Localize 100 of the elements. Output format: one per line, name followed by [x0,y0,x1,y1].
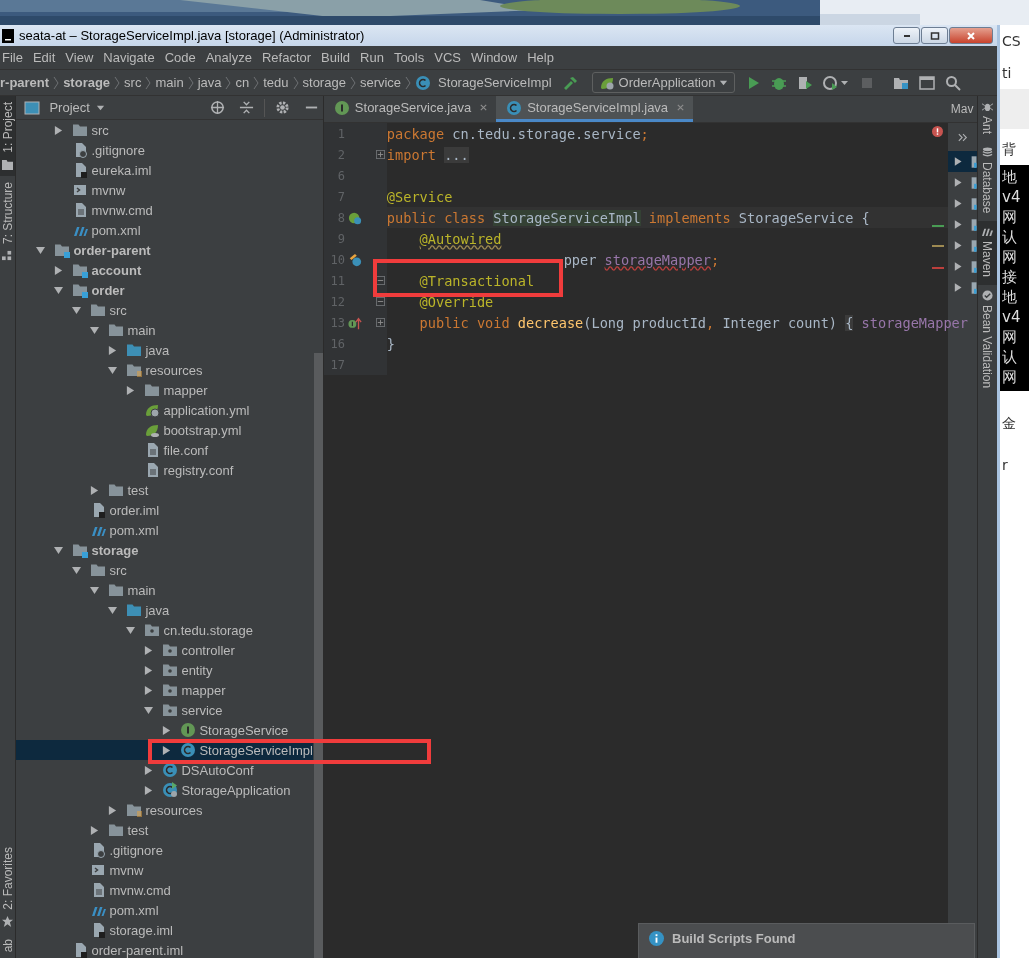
close-button[interactable] [949,27,993,44]
fold-marker-icon[interactable] [375,276,385,285]
breadcrumb-item[interactable]: r-parent [0,75,50,90]
tool-window-tab[interactable]: 1: Project [0,96,16,176]
tree-item[interactable]: resources [16,360,313,380]
expand-arrow-icon[interactable] [953,199,963,208]
menu-item[interactable]: View [65,50,94,65]
menu-item[interactable]: Run [360,50,384,65]
tool-window-tab[interactable]: Database [977,142,997,222]
locate-icon[interactable] [209,100,225,115]
tree-item[interactable]: test [16,820,313,840]
marker-stripe[interactable] [931,267,944,269]
editor-tab[interactable]: StorageServiceImpl.java [496,96,694,122]
collapse-arrow-icon[interactable] [36,245,46,255]
terminal-window-icon[interactable] [919,74,936,91]
tree-item[interactable]: mvnw [16,860,313,880]
expand-arrow-icon[interactable] [54,265,64,275]
tree-item[interactable]: pom.xml [16,520,313,540]
tree-item[interactable]: StorageService [16,720,313,740]
tree-item[interactable]: .gitignore [16,140,313,160]
tree-item[interactable]: pom.xml [16,220,313,240]
tree-item[interactable]: eureka.iml [16,160,313,180]
menu-item[interactable]: Analyze [205,50,252,65]
tool-window-tab[interactable]: ab [0,932,16,958]
breadcrumb-item[interactable]: cn [235,75,250,90]
tree-item[interactable]: cn.tedu.storage [16,620,313,640]
menu-item[interactable]: Help [527,50,554,65]
tool-window-tab[interactable]: 7: Structure [0,175,16,267]
tree-item[interactable]: application.yml [16,400,313,420]
tree-item[interactable]: .gitignore [16,840,313,860]
panel-title[interactable]: Project [49,100,90,115]
menu-item[interactable]: Window [470,50,518,65]
profile-icon[interactable] [823,74,850,91]
tree-item[interactable] [947,151,977,172]
fold-marker-icon[interactable] [375,318,385,327]
marker-stripe[interactable] [931,225,944,227]
expand-arrow-icon[interactable] [144,765,154,775]
tree-item[interactable]: file.conf [16,440,313,460]
expand-arrow-icon[interactable] [126,385,136,395]
error-icon[interactable] [932,126,944,137]
tree-item[interactable]: order.iml [16,500,313,520]
collapse-arrow-icon[interactable] [54,545,64,555]
notification-popup[interactable]: Build Scripts Found [638,923,975,958]
tree-item[interactable]: src [16,300,313,320]
expand-arrow-icon[interactable] [54,125,64,135]
double-chevron-icon[interactable] [957,132,968,142]
implements-icon[interactable] [347,315,362,330]
tree-item[interactable]: StorageApplication [16,780,313,800]
menu-item[interactable]: Refactor [261,50,312,65]
close-icon[interactable] [479,103,489,112]
run-configuration-dropdown[interactable]: OrderApplication [591,72,736,93]
panel-title[interactable]: Mav [950,102,974,116]
tree-item[interactable]: main [16,580,313,600]
menu-item[interactable]: Navigate [103,50,155,65]
expand-arrow-icon[interactable] [144,685,154,695]
breadcrumb-item[interactable]: storage [302,75,346,90]
tree-item[interactable]: registry.conf [16,460,313,480]
expand-arrow-icon[interactable] [108,345,118,355]
fold-marker-icon[interactable] [375,150,385,159]
tool-window-tab[interactable]: Bean Validation [977,285,997,397]
coverage-icon[interactable] [797,74,814,91]
collapse-arrow-icon[interactable] [108,365,118,375]
tree-item[interactable]: mvnw.cmd [16,200,313,220]
tree-item[interactable]: mapper [16,380,313,400]
expand-arrow-icon[interactable] [162,745,172,755]
tree-item[interactable]: storage [16,540,313,560]
maximize-button[interactable] [921,27,948,44]
tree-item[interactable]: src [16,120,313,140]
collapse-all-icon[interactable] [238,100,254,115]
bean-icon[interactable] [347,210,362,225]
expand-arrow-icon[interactable] [162,725,172,735]
menu-item[interactable]: VCS [434,50,461,65]
tree-item[interactable]: pom.xml [16,900,313,920]
breadcrumb-item[interactable]: tedu [263,75,289,90]
autowire-icon[interactable] [347,252,362,267]
search-icon[interactable] [945,74,962,91]
expand-arrow-icon[interactable] [144,645,154,655]
tool-window-tab[interactable]: 2: Favorites [0,840,16,933]
tree-item[interactable]: service [16,700,313,720]
tree-item[interactable]: test [16,480,313,500]
editor-tab[interactable]: StorageService.java [323,96,497,122]
settings-icon[interactable] [274,100,290,115]
breadcrumb-item[interactable]: main [155,75,184,90]
fold-marker-icon[interactable] [375,297,385,306]
menu-item[interactable]: File [2,50,23,65]
collapse-arrow-icon[interactable] [54,285,64,295]
collapse-arrow-icon[interactable] [90,325,100,335]
expand-arrow-icon[interactable] [953,220,963,229]
collapse-arrow-icon[interactable] [90,585,100,595]
expand-arrow-icon[interactable] [144,665,154,675]
expand-arrow-icon[interactable] [953,178,963,187]
collapse-arrow-icon[interactable] [72,565,82,575]
tree-item[interactable]: DSAutoConf [16,760,313,780]
tool-window-tab[interactable]: Ant [977,96,997,142]
tree-item[interactable]: account [16,260,313,280]
tree-item[interactable]: mvnw.cmd [16,880,313,900]
breadcrumb-item[interactable]: java [197,75,222,90]
caret-icon[interactable] [95,103,105,112]
tree-item[interactable]: storage.iml [16,920,313,940]
tree-item[interactable]: src [16,560,313,580]
